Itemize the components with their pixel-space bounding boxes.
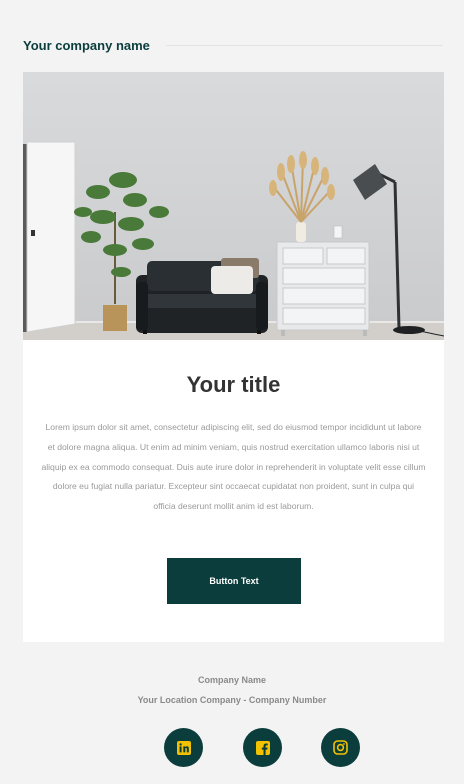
email-header: Your company name xyxy=(23,36,443,54)
instagram-button[interactable] xyxy=(321,728,360,767)
body-paragraph: Lorem ipsum dolor sit amet, consectetur … xyxy=(41,422,426,512)
email-title: Your title xyxy=(186,372,281,397)
linkedin-button[interactable] xyxy=(164,728,203,767)
facebook-button[interactable] xyxy=(243,728,282,767)
linkedin-icon xyxy=(176,740,191,755)
header-divider xyxy=(165,44,443,46)
content-card: Your title Lorem ipsum dolor sit amet, c… xyxy=(23,72,444,642)
footer-location: Your Location Company - Company Number xyxy=(137,695,327,705)
company-name: Your company name xyxy=(23,37,150,53)
cta-button[interactable]: Button Text xyxy=(167,558,301,604)
instagram-icon xyxy=(333,740,348,755)
hero-image xyxy=(23,72,444,340)
footer-company-name: Company Name xyxy=(197,675,267,685)
facebook-icon xyxy=(255,740,270,755)
hero-illustration xyxy=(23,72,444,340)
